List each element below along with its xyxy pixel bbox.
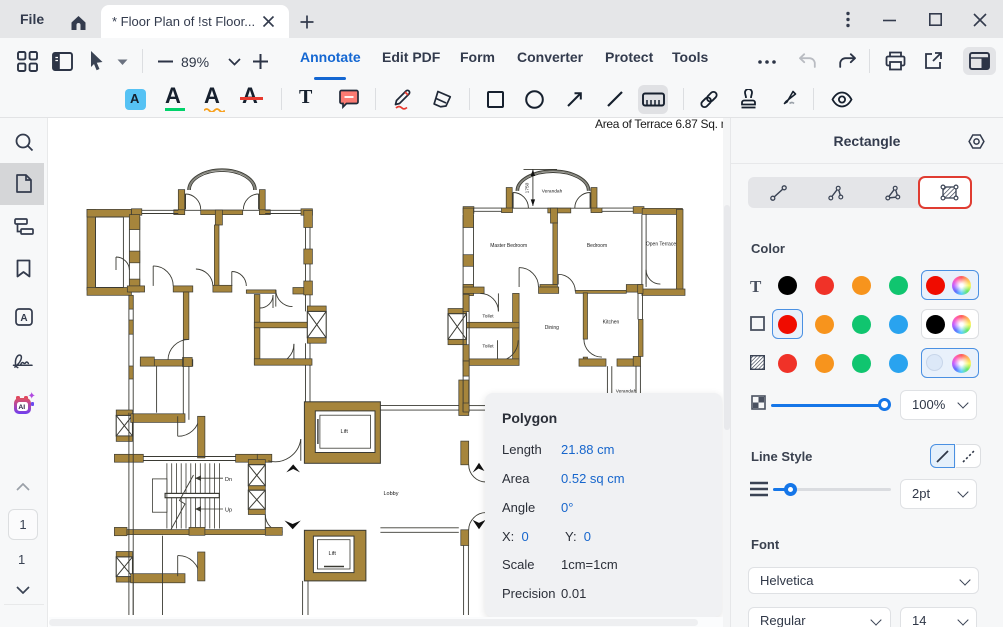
- svg-text:Bedroom: Bedroom: [587, 243, 607, 249]
- svg-text:Dn: Dn: [225, 477, 232, 483]
- svg-text:Open Terrace: Open Terrace: [646, 242, 676, 248]
- svg-text:Kitchen: Kitchen: [603, 320, 620, 326]
- svg-text:Lift: Lift: [329, 551, 337, 557]
- svg-text:A: A: [20, 313, 27, 324]
- svg-text:Toilet: Toilet: [482, 344, 494, 350]
- svg-text:Lobby: Lobby: [384, 491, 399, 497]
- svg-text:Lift: Lift: [341, 429, 349, 435]
- svg-text:Up: Up: [225, 508, 232, 514]
- svg-text:Dining: Dining: [545, 325, 559, 331]
- svg-text:Toilet: Toilet: [482, 314, 494, 320]
- svg-text:1750: 1750: [525, 182, 531, 193]
- svg-text:Master Bedroom: Master Bedroom: [490, 243, 527, 249]
- svg-text:Verandah: Verandah: [542, 189, 563, 195]
